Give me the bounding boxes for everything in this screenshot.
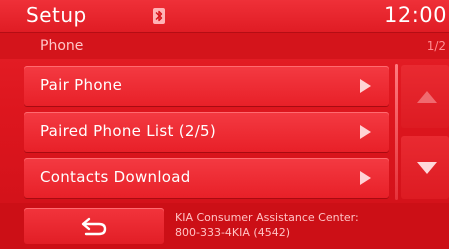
play-arrow-icon bbox=[360, 79, 371, 93]
menu-item-label: Contacts Download bbox=[40, 168, 191, 186]
status-bar: Setup 12:00 bbox=[0, 0, 449, 33]
app-title: Setup bbox=[26, 3, 87, 27]
menu-item-pair-phone[interactable]: Pair Phone bbox=[24, 66, 389, 106]
back-icon bbox=[81, 217, 107, 236]
scroll-up-button[interactable] bbox=[401, 65, 449, 128]
scroll-down-button[interactable] bbox=[401, 136, 449, 199]
assistance-title: KIA Consumer Assistance Center: bbox=[175, 211, 359, 224]
assistance-phone: 800-333-4KIA (4542) bbox=[175, 226, 290, 239]
menu-item-label: Pair Phone bbox=[40, 76, 123, 94]
page-indicator: 1/2 bbox=[426, 39, 446, 53]
sub-header: Phone 1/2 bbox=[0, 33, 449, 59]
menu-item-label: Paired Phone List (2/5) bbox=[40, 122, 217, 140]
menu-item-paired-phone-list[interactable]: Paired Phone List (2/5) bbox=[24, 112, 389, 152]
bluetooth-icon bbox=[153, 8, 165, 24]
scroll-up-icon bbox=[417, 91, 437, 103]
section-title: Phone bbox=[40, 38, 84, 54]
play-arrow-icon bbox=[360, 125, 371, 139]
play-arrow-icon bbox=[360, 171, 371, 185]
menu-item-contacts-download[interactable]: Contacts Download bbox=[24, 158, 389, 198]
scrollbar-track bbox=[395, 64, 398, 200]
back-button[interactable] bbox=[24, 208, 164, 244]
setup-screen: Setup 12:00 Phone 1/2 Pair Phone Paired … bbox=[0, 0, 449, 249]
clock: 12:00 bbox=[383, 3, 447, 27]
assistance-info: KIA Consumer Assistance Center: 800-333-… bbox=[175, 210, 359, 240]
bottom-bar: KIA Consumer Assistance Center: 800-333-… bbox=[0, 203, 449, 249]
scroll-down-icon bbox=[417, 162, 437, 174]
